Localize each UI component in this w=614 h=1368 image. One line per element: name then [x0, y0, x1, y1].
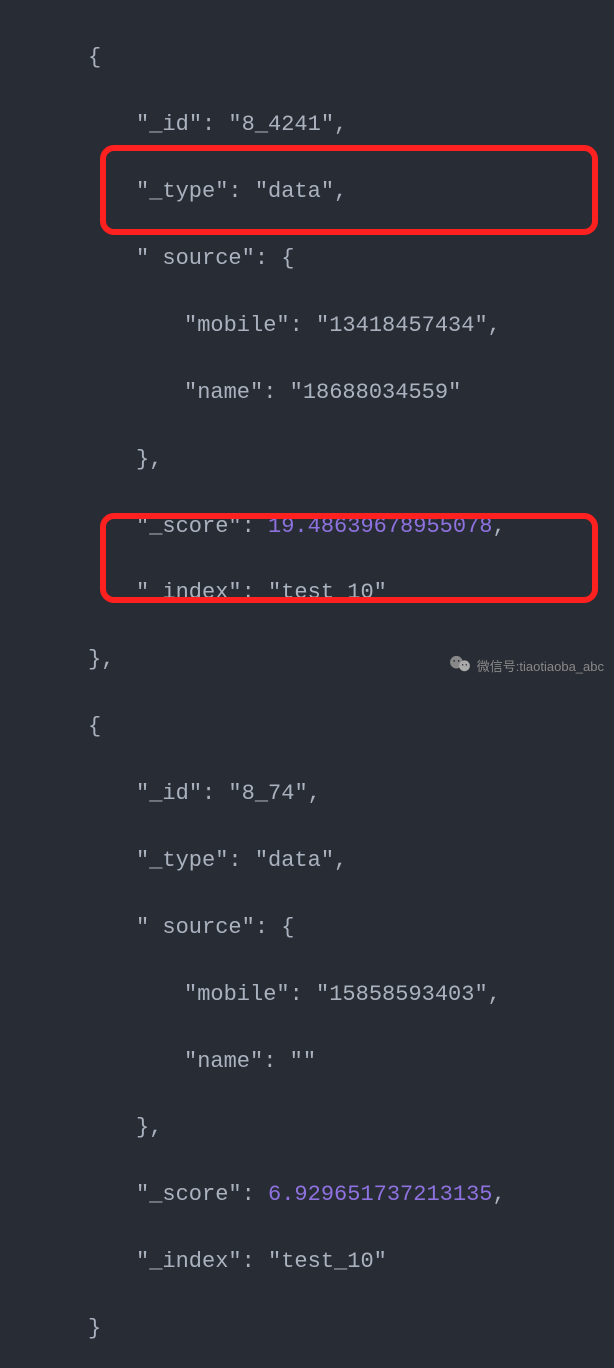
field-mobile: "mobile": "15858593403",: [88, 978, 614, 1011]
field-score: "_score": 19.48639678955078,: [88, 510, 614, 543]
brace-open: {: [88, 41, 614, 74]
field-source: " source": {: [88, 911, 614, 944]
watermark-text: 微信号:tiaotiaoba_abc: [477, 656, 604, 675]
field-id: "_id": "8_4241",: [88, 108, 614, 141]
brace-open: {: [88, 710, 614, 743]
json-code-block: { "_id": "8_4241", "_type": "data", " so…: [0, 8, 614, 1368]
field-index: "_index": "test_10": [88, 1245, 614, 1278]
brace-close: }: [88, 1312, 614, 1345]
brace-close: },: [88, 1111, 614, 1144]
field-type: "_type": "data",: [88, 175, 614, 208]
field-name: "name": "18688034559": [88, 376, 614, 409]
wechat-icon: [449, 655, 471, 676]
field-id: "_id": "8_74",: [88, 777, 614, 810]
field-mobile: "mobile": "13418457434",: [88, 309, 614, 342]
field-type: "_type": "data",: [88, 844, 614, 877]
field-index: "_index": "test_10": [88, 576, 614, 609]
brace-close: },: [88, 443, 614, 476]
field-source: " source": {: [88, 242, 614, 275]
watermark: 微信号:tiaotiaoba_abc: [449, 655, 604, 676]
field-name: "name": "": [88, 1045, 614, 1078]
field-score: "_score": 6.929651737213135,: [88, 1178, 614, 1211]
